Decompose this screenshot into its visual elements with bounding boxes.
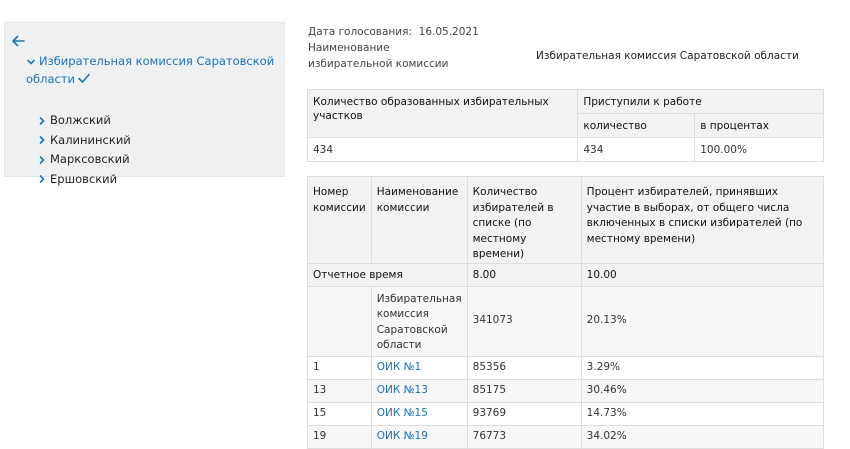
- commission-name-value: Избирательная комиссия Саратовской облас…: [536, 50, 799, 62]
- tree-item-marksovsky[interactable]: Марксовский: [37, 150, 131, 170]
- tree-item-label: Волжский: [50, 113, 111, 127]
- chevron-right-icon: [39, 155, 45, 164]
- chevron-right-icon: [39, 175, 45, 183]
- row-number: 13: [307, 378, 372, 403]
- total-row-name: Избирательная комиссия Саратовской облас…: [370, 285, 468, 357]
- row-voters: 76773: [466, 424, 582, 449]
- row-name-link[interactable]: ОИК №19: [370, 424, 468, 449]
- vote-date-value: 16.05.2021: [418, 26, 479, 38]
- stations-total: 434: [306, 137, 579, 162]
- row-voters: 85175: [466, 378, 582, 403]
- tree-item-ershovsky[interactable]: Ершовский: [37, 170, 131, 190]
- total-row-voters: 341073: [466, 285, 582, 357]
- chevron-down-icon[interactable]: [26, 57, 36, 67]
- started-count: 434: [577, 137, 696, 162]
- tree-root-item[interactable]: Избирательная комиссия Саратовской облас…: [26, 52, 276, 88]
- row-percent: 30.46%: [580, 378, 825, 403]
- tree-item-kalininsky[interactable]: Калининский: [37, 131, 131, 151]
- turnout-percent-header: Процент избирателей, принявших участие в…: [580, 176, 825, 264]
- percent-subheader: в процентах: [694, 113, 824, 138]
- report-time-label: Отчетное время: [307, 262, 468, 287]
- report-time-a: 8.00: [466, 262, 582, 287]
- turnout-table: Номер комиссии Наименование комиссии Кол…: [307, 176, 825, 449]
- total-row-percent: 20.13%: [580, 285, 825, 357]
- tree-item-label: Калининский: [50, 132, 131, 147]
- commission-name-label: Наименование избирательной комиссии: [308, 42, 449, 70]
- tree-item-volzhsky[interactable]: Волжский: [37, 111, 131, 131]
- sidebar: Избирательная комиссия Саратовской облас…: [4, 22, 285, 186]
- row-name-link[interactable]: ОИК №1: [370, 355, 468, 380]
- count-subheader: количество: [577, 113, 696, 138]
- row-number: 19: [307, 424, 372, 449]
- tree-children: Волжский Калининский Марксовский Ершовск…: [37, 111, 131, 189]
- started-work-header: Приступили к работе: [577, 89, 824, 114]
- checkmark-icon: [78, 73, 90, 83]
- row-name-link[interactable]: ОИК №13: [370, 378, 468, 403]
- voters-count-header: Количество избирателей в списке (по мест…: [466, 176, 582, 264]
- row-percent: 3.29%: [580, 355, 825, 380]
- table-row: 19 ОИК №19 76773 34.02%: [307, 424, 825, 449]
- tree-item-label: Ершовский: [50, 171, 118, 186]
- table-row: 13 ОИК №13 85175 30.46%: [307, 378, 825, 403]
- row-percent: 34.02%: [580, 424, 825, 449]
- started-percent: 100.00%: [694, 137, 824, 162]
- table-row: 1 ОИК №1 85356 3.29%: [307, 355, 825, 380]
- stations-summary-table: Количество образованных избирательных уч…: [306, 89, 824, 162]
- arrow-left-icon[interactable]: [10, 33, 26, 49]
- commission-number-header: Номер комиссии: [307, 176, 372, 264]
- report-time-b: 10.00: [580, 262, 825, 287]
- row-voters: 85356: [466, 355, 582, 380]
- tree-item-label: Марксовский: [50, 152, 130, 166]
- commission-name-header: Наименование комиссии: [370, 176, 468, 264]
- total-row: Избирательная комиссия Саратовской облас…: [307, 285, 825, 357]
- chevron-right-icon: [39, 136, 45, 144]
- stations-count-header: Количество образованных избирательных уч…: [306, 89, 579, 138]
- election-meta: Дата голосования: 16.05.2021 Наименовани…: [308, 24, 479, 72]
- row-number: 1: [307, 355, 372, 380]
- tree-root-label[interactable]: Избирательная комиссия Саратовской облас…: [26, 54, 274, 86]
- vote-date-label: Дата голосования:: [308, 26, 412, 38]
- chevron-right-icon: [39, 116, 45, 125]
- total-row-number: [307, 285, 372, 357]
- vote-date-row: Дата голосования: 16.05.2021: [308, 24, 479, 40]
